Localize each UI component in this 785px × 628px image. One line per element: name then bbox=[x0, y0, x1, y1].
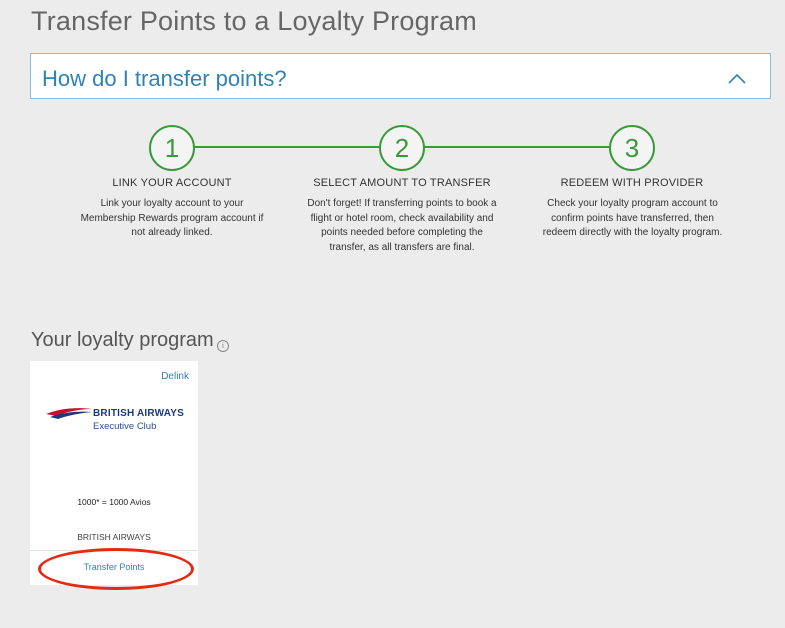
step-1-description: Link your loyalty account to your Member… bbox=[80, 198, 264, 238]
step-2-description: Don't forget! If transferring points to … bbox=[307, 198, 497, 253]
logo-subtitle: Executive Club bbox=[93, 421, 157, 432]
step-2-title: SELECT AMOUNT TO TRANSFER bbox=[313, 177, 491, 189]
transfer-help-accordion[interactable]: How do I transfer points? bbox=[30, 53, 771, 99]
delink-link[interactable]: Delink bbox=[161, 371, 189, 382]
step-connector bbox=[193, 146, 379, 148]
transfer-points-link[interactable]: Transfer Points bbox=[30, 562, 198, 572]
step-1-title: LINK YOUR ACCOUNT bbox=[112, 177, 232, 189]
info-icon[interactable]: i bbox=[217, 340, 229, 352]
step-1-number: 1 bbox=[149, 125, 195, 171]
page-title: Transfer Points to a Loyalty Program bbox=[31, 6, 477, 36]
step-3-description: Check your loyalty program account to co… bbox=[542, 198, 723, 238]
program-name: BRITISH AIRWAYS bbox=[77, 532, 151, 542]
step-3-number: 3 bbox=[609, 125, 655, 171]
step-2-number: 2 bbox=[379, 125, 425, 171]
step-connector bbox=[424, 146, 609, 148]
logo-name: BRITISH AIRWAYS bbox=[93, 408, 184, 419]
accordion-title: How do I transfer points? bbox=[42, 66, 287, 91]
step-3-title: REDEEM WITH PROVIDER bbox=[560, 177, 704, 189]
card-divider bbox=[30, 550, 198, 551]
chevron-up-icon[interactable] bbox=[728, 70, 746, 88]
loyalty-program-card: Delink BRITISH AIRWAYS Executive Club 10… bbox=[30, 361, 198, 585]
conversion-ratio: 1000* = 1000 Avios bbox=[77, 497, 151, 507]
loyalty-section-title: Your loyalty program bbox=[31, 329, 214, 351]
